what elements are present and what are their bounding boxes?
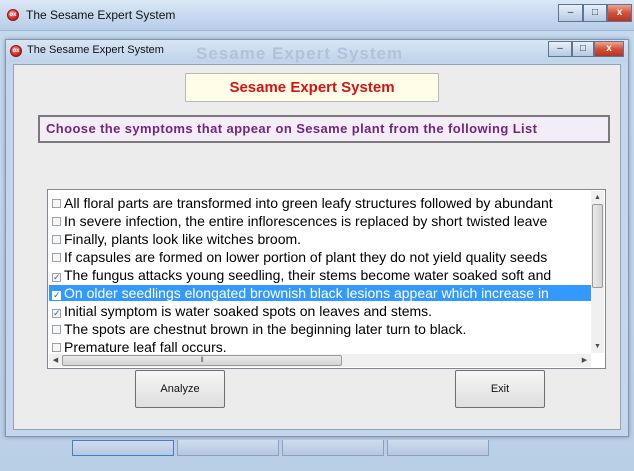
symptom-label: The spots are chestnut brown in the begi… (64, 321, 467, 337)
symptom-item[interactable]: ✓ On older seedlings elongated brownish b… (49, 285, 591, 301)
minimize-button[interactable]: – (558, 4, 583, 22)
scroll-down-icon[interactable]: ▼ (591, 340, 604, 353)
symptom-label: Initial symptom is water soaked spots on… (64, 303, 433, 319)
scroll-up-icon[interactable]: ▲ (591, 191, 604, 204)
symptom-label: Finally, plants look like witches broom. (64, 231, 302, 247)
outer-window-controls: – □ x (558, 4, 632, 22)
inner-window: Sesame Expert System ox The Sesame Exper… (5, 39, 629, 437)
symptom-checkbox[interactable] (52, 253, 61, 262)
symptom-label: On older seedlings elongated brownish bl… (64, 285, 549, 301)
symptom-checkbox[interactable] (52, 235, 61, 244)
symptom-item[interactable]: Premature leaf fall occurs. (49, 339, 591, 353)
symptom-checkbox[interactable] (52, 343, 61, 352)
symptom-checkbox[interactable]: ✓ (52, 309, 61, 318)
symptom-item[interactable]: ✓ Initial symptom is water soaked spots o… (49, 303, 591, 319)
background-tab (387, 440, 489, 456)
symptom-checkbox[interactable] (52, 217, 61, 226)
horizontal-scroll-thumb[interactable]: ⦀ (62, 355, 342, 366)
symptom-checkbox[interactable] (52, 325, 61, 334)
background-taskbar-strip (0, 440, 634, 471)
symptom-item[interactable]: The spots are chestnut brown in the begi… (49, 321, 591, 337)
background-tab (72, 440, 174, 456)
close-button[interactable]: x (594, 41, 624, 57)
background-title: Sesame Expert System (196, 44, 404, 63)
symptom-item[interactable]: If capsules are formed on lower portion … (49, 249, 591, 265)
symptom-checkbox[interactable]: ✓ (52, 273, 61, 282)
close-button[interactable]: x (607, 4, 632, 22)
symptom-label: In severe infection, the entire inflores… (64, 213, 548, 229)
symptoms-list: All floral parts are transformed into gr… (49, 191, 591, 353)
header-title: Sesame Expert System (185, 73, 439, 102)
symptom-item[interactable]: Finally, plants look like witches broom. (49, 231, 591, 247)
maximize-button[interactable]: □ (572, 41, 594, 57)
outer-window-title: The Sesame Expert System (26, 8, 176, 22)
horizontal-scrollbar[interactable]: ◀ ⦀ ▶ (49, 354, 591, 367)
outer-title-bar[interactable]: ox The Sesame Expert System – □ x (0, 0, 634, 31)
symptom-item[interactable]: In severe infection, the entire inflores… (49, 213, 591, 229)
vertical-scrollbar[interactable]: ▲ ▼ (591, 191, 604, 353)
maximize-button[interactable]: □ (583, 4, 607, 22)
symptom-checkbox[interactable]: ✓ (52, 291, 61, 300)
symptom-item[interactable]: All floral parts are transformed into gr… (49, 195, 591, 211)
symptoms-checklist[interactable]: All floral parts are transformed into gr… (47, 189, 606, 369)
inner-title-bar[interactable]: Sesame Expert System ox The Sesame Exper… (6, 40, 628, 63)
inner-window-title: The Sesame Expert System (27, 44, 164, 56)
symptom-checkbox[interactable] (52, 199, 61, 208)
minimize-button[interactable]: – (548, 41, 572, 57)
outer-window: ox The Sesame Expert System – □ x Sesame… (0, 0, 634, 471)
symptom-label: If capsules are formed on lower portion … (64, 249, 548, 265)
scroll-left-icon[interactable]: ◀ (49, 354, 62, 367)
inner-window-controls: – □ x (548, 41, 624, 57)
app-icon: ox (10, 45, 22, 57)
symptom-label: Premature leaf fall occurs. (64, 339, 227, 353)
instruction-label: Choose the symptoms that appear on Sesam… (38, 115, 610, 143)
app-icon: ox (7, 9, 19, 21)
background-tab (177, 440, 279, 456)
symptom-item[interactable]: ✓ The fungus attacks young seedling, thei… (49, 267, 591, 283)
form-client-area: Sesame Expert System Choose the symptoms… (13, 64, 621, 430)
symptom-label: The fungus attacks young seedling, their… (64, 267, 552, 283)
exit-button[interactable]: Exit (455, 370, 545, 408)
scroll-right-icon[interactable]: ▶ (578, 354, 591, 367)
background-tab (282, 440, 384, 456)
analyze-button[interactable]: Analyze (135, 370, 225, 408)
symptom-label: All floral parts are transformed into gr… (64, 195, 553, 211)
vertical-scroll-thumb[interactable] (592, 204, 603, 288)
